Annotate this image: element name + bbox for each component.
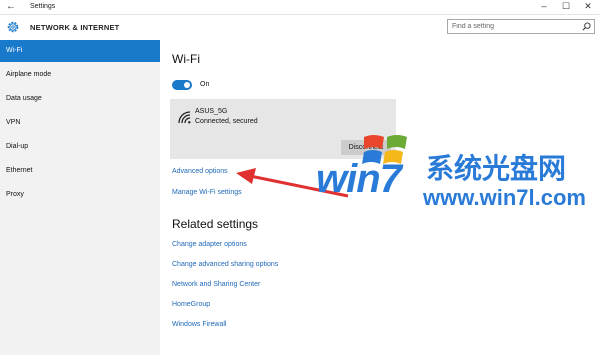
sidebar-item-ethernet[interactable]: Ethernet [0,160,160,182]
minimize-button[interactable]: – [534,0,554,14]
section-title-wifi: Wi-Fi [172,52,200,66]
sidebar-item-airplane-mode[interactable]: Airplane mode [0,64,160,86]
title-bar: ← Settings – ☐ ✕ [0,0,600,15]
windows-firewall-link[interactable]: Windows Firewall [172,321,226,328]
close-button[interactable]: ✕ [578,0,598,14]
watermark-url: www.win7l.com [423,185,586,210]
gear-icon [7,21,19,33]
back-arrow-icon[interactable]: ← [4,0,18,14]
wifi-toggle[interactable] [172,80,192,90]
window-title: Settings [30,3,56,10]
homegroup-link[interactable]: HomeGroup [172,301,210,308]
sidebar-item-wifi[interactable]: Wi-Fi [0,40,160,62]
sidebar-item-vpn[interactable]: VPN [0,112,160,134]
watermark-chinese-text: 系统光盘网 [426,153,567,184]
search-box[interactable] [447,19,595,34]
sidebar: Wi-Fi Airplane mode Data usage VPN Dial-… [0,40,160,355]
page-title: NETWORK & INTERNET [30,23,120,32]
network-name: ASUS_5G [195,108,228,115]
network-status: Connected, secured [195,118,258,125]
change-advanced-sharing-options-link[interactable]: Change advanced sharing options [172,261,278,268]
sidebar-item-proxy[interactable]: Proxy [0,184,160,206]
sidebar-item-data-usage[interactable]: Data usage [0,88,160,110]
watermark-big-text: win7 [316,157,402,201]
manage-wifi-settings-link[interactable]: Manage Wi-Fi settings [172,189,242,196]
change-adapter-options-link[interactable]: Change adapter options [172,241,247,248]
advanced-options-link[interactable]: Advanced options [172,168,228,175]
wifi-signal-icon [178,111,191,124]
watermark: win7 系统光盘网 www.win7l.com [316,127,600,227]
network-and-sharing-center-link[interactable]: Network and Sharing Center [172,281,260,288]
maximize-button[interactable]: ☐ [556,0,576,14]
toggle-knob [184,82,190,88]
toggle-state-label: On [200,81,210,88]
sidebar-item-dial-up[interactable]: Dial-up [0,136,160,158]
search-icon[interactable] [582,22,591,31]
search-input[interactable] [452,20,572,33]
section-title-related-settings: Related settings [172,217,259,231]
